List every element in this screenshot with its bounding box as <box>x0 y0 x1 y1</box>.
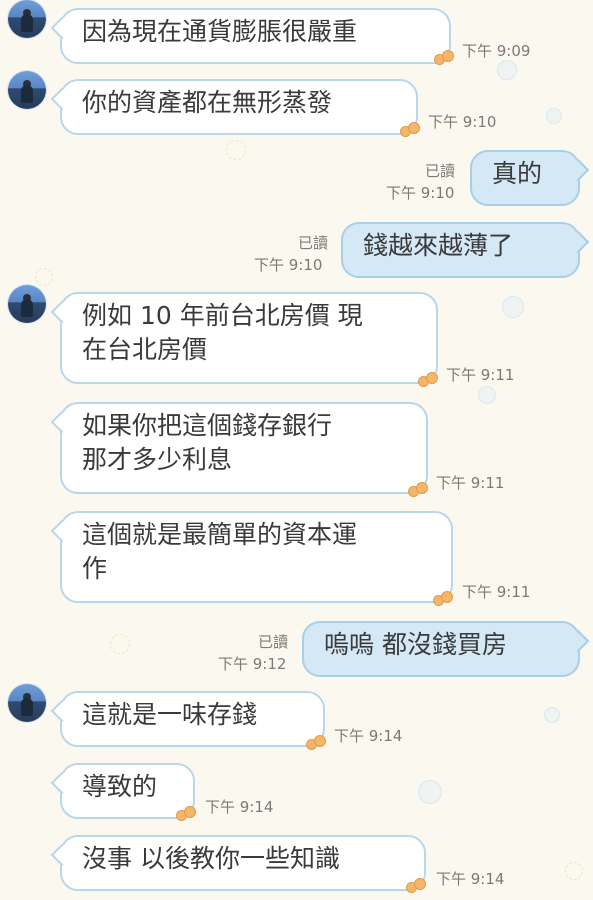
background-bubble <box>546 108 562 124</box>
user-avatar[interactable] <box>8 71 46 109</box>
bubble-tail <box>50 843 74 867</box>
message-time: 下午 9:11 <box>436 474 505 492</box>
bubble-tail <box>50 300 74 324</box>
message-text: 導致的 <box>82 772 158 801</box>
message-time: 下午 9:10 <box>386 184 455 202</box>
message-time: 下午 9:11 <box>446 366 515 384</box>
read-receipt: 已讀 <box>258 633 289 651</box>
message-bubble-incoming[interactable]: 如果你把這個錢存銀行 那才多少利息 <box>50 402 428 494</box>
message-bubble-incoming[interactable]: 沒事 以後教你一些知識 <box>50 835 426 891</box>
message-time: 下午 9:14 <box>436 870 505 888</box>
message-text: 如果你把這個錢存銀行 <box>82 411 333 440</box>
message-time: 下午 9:11 <box>462 583 531 601</box>
background-bubble <box>502 296 524 318</box>
message-bubble-incoming[interactable]: 你的資產都在無形蒸發 <box>50 79 418 135</box>
message-bubble-incoming[interactable]: 這個就是最簡單的資本運 作 <box>50 511 453 603</box>
cookie-decoration-icon <box>406 878 426 894</box>
message-time: 下午 9:14 <box>205 798 274 816</box>
message-bubble-incoming[interactable]: 例如 10 年前台北房價 現 在台北房價 <box>50 292 438 384</box>
bubble-tail <box>50 519 74 543</box>
read-receipt: 已讀 <box>425 162 456 180</box>
message-time: 下午 9:09 <box>462 42 531 60</box>
bubble-tail <box>566 158 590 182</box>
background-ring <box>565 862 583 880</box>
background-ring <box>226 140 246 160</box>
read-receipt: 已讀 <box>298 234 329 252</box>
message-text: 這就是一味存錢 <box>82 700 258 729</box>
background-ring <box>110 634 130 654</box>
message-bubble-incoming[interactable]: 這就是一味存錢 <box>50 691 325 747</box>
background-bubble <box>497 60 517 80</box>
bubble-tail <box>50 699 74 723</box>
message-text: 例如 10 年前台北房價 現 <box>82 301 363 330</box>
background-bubble <box>478 386 496 404</box>
cookie-decoration-icon <box>433 591 453 607</box>
cookie-decoration-icon <box>400 122 420 138</box>
message-bubble-incoming[interactable]: 導致的 <box>50 763 195 819</box>
bubble-tail <box>50 410 74 434</box>
background-ring <box>35 268 53 286</box>
bubble-tail <box>566 629 590 653</box>
cookie-decoration-icon <box>418 372 438 388</box>
message-bubble-outgoing[interactable]: 錢越來越薄了 <box>341 222 590 278</box>
bubble-tail <box>566 230 590 254</box>
message-bubble-incoming[interactable]: 因為現在通貨膨脹很嚴重 <box>50 8 451 64</box>
user-avatar[interactable] <box>8 285 46 323</box>
message-text: 錢越來越薄了 <box>363 231 514 260</box>
message-bubble-outgoing[interactable]: 真的 <box>470 150 590 206</box>
cookie-decoration-icon <box>408 482 428 498</box>
background-bubble <box>418 780 442 804</box>
user-avatar[interactable] <box>8 684 46 722</box>
message-time: 下午 9:10 <box>428 113 497 131</box>
message-text: 你的資產都在無形蒸發 <box>82 88 333 117</box>
message-time: 下午 9:10 <box>254 256 323 274</box>
cookie-decoration-icon <box>306 735 326 751</box>
bubble-tail <box>50 771 74 795</box>
message-text: 那才多少利息 <box>82 445 233 474</box>
message-time: 下午 9:12 <box>218 655 287 673</box>
message-text: 這個就是最簡單的資本運 <box>82 520 358 549</box>
message-text: 嗚嗚 都沒錢買房 <box>324 630 507 659</box>
message-text: 真的 <box>492 159 543 188</box>
message-text: 因為現在通貨膨脹很嚴重 <box>82 17 358 46</box>
background-bubble <box>544 707 560 723</box>
message-text: 在台北房價 <box>82 335 208 364</box>
message-bubble-outgoing[interactable]: 嗚嗚 都沒錢買房 <box>302 621 590 677</box>
message-time: 下午 9:14 <box>334 727 403 745</box>
cookie-decoration-icon <box>176 806 196 822</box>
user-avatar[interactable] <box>8 0 46 38</box>
cookie-decoration-icon <box>434 50 454 66</box>
message-text: 沒事 以後教你一些知識 <box>82 844 340 873</box>
message-text: 作 <box>82 554 108 583</box>
bubble-tail <box>50 16 74 40</box>
bubble-tail <box>50 87 74 111</box>
